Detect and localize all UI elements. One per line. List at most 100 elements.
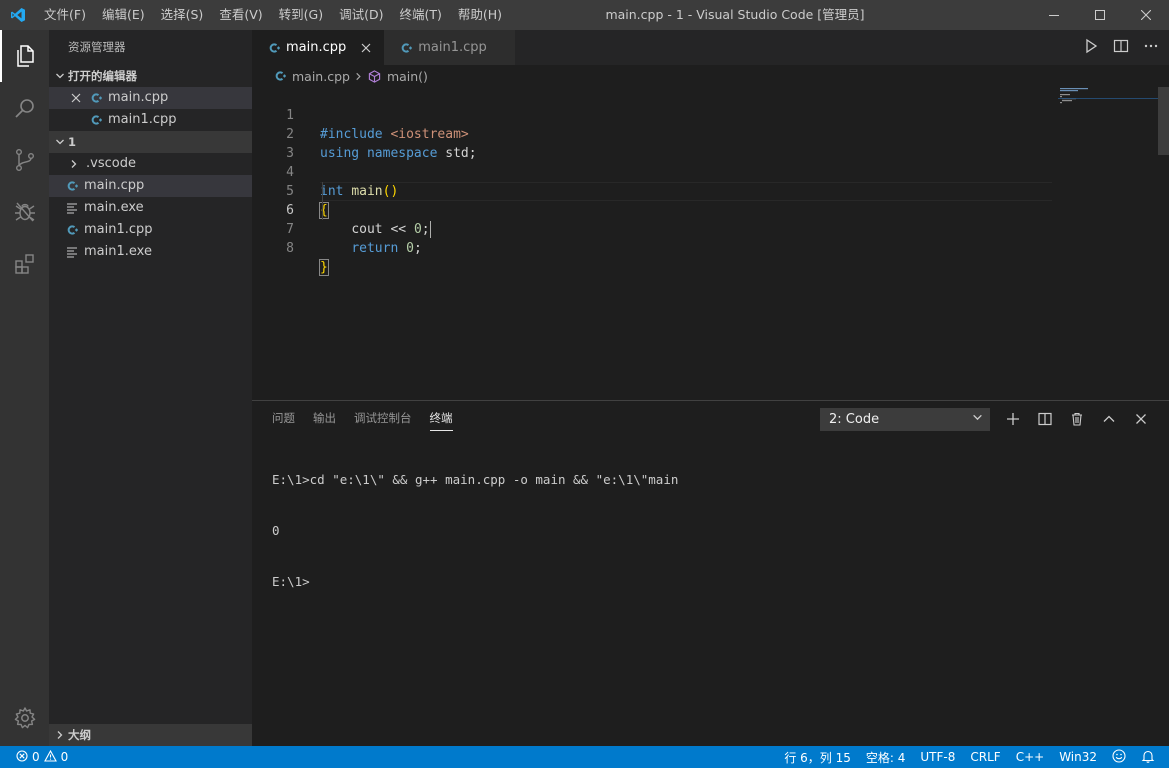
indentation[interactable]: 空格: 4 <box>866 749 906 766</box>
menu-view[interactable]: 查看(V) <box>211 0 270 30</box>
menu-debug[interactable]: 调试(D) <box>331 0 391 30</box>
menu-file[interactable]: 文件(F) <box>36 0 94 30</box>
cpp-file-icon <box>64 180 80 192</box>
editor-actions <box>1083 30 1159 65</box>
tab-problems[interactable]: 问题 <box>272 401 295 436</box>
minimap[interactable] <box>1058 87 1158 400</box>
tab-label: main1.cpp <box>418 40 487 55</box>
code-token: return <box>351 241 399 256</box>
run-icon[interactable] <box>1083 38 1099 58</box>
maximize-icon <box>1095 10 1105 20</box>
panel-actions <box>1004 401 1150 436</box>
minimize-button[interactable] <box>1031 0 1077 30</box>
outline-header[interactable]: 大纲 <box>49 724 252 746</box>
terminal-line: 0 <box>272 523 280 538</box>
sidebar-title: 资源管理器 <box>68 40 126 54</box>
cpp-file-icon <box>266 42 282 54</box>
tab-terminal[interactable]: 终端 <box>429 401 453 436</box>
notifications-bell-icon[interactable] <box>1141 749 1155 766</box>
menu-selection[interactable]: 选择(S) <box>153 0 212 30</box>
activity-debug[interactable] <box>0 186 49 238</box>
menu-go[interactable]: 转到(G) <box>271 0 331 30</box>
tab-debug-console[interactable]: 调试控制台 <box>354 401 412 436</box>
open-editor-item-main-cpp[interactable]: main.cpp <box>49 87 252 109</box>
tab-output[interactable]: 输出 <box>313 401 336 436</box>
activity-explorer[interactable] <box>0 30 49 82</box>
activity-settings[interactable] <box>0 692 49 744</box>
maximize-button[interactable] <box>1077 0 1123 30</box>
extensions-icon <box>14 254 34 274</box>
trash-icon[interactable] <box>1068 410 1086 428</box>
chevron-up-icon[interactable] <box>1100 410 1118 428</box>
tab-close-icon[interactable] <box>358 43 374 53</box>
close-panel-icon[interactable] <box>1132 410 1150 428</box>
text-file-icon <box>64 246 80 258</box>
active-indicator <box>0 30 2 82</box>
file-label: main.cpp <box>84 178 145 193</box>
chevron-right-icon <box>66 159 82 169</box>
code-line: 6 cout << 0; <box>252 182 1052 238</box>
status-problems[interactable]: 0 0 <box>16 746 68 768</box>
end-of-line[interactable]: CRLF <box>970 750 1000 764</box>
folder-header[interactable]: 1 <box>49 131 252 153</box>
menu-help[interactable]: 帮助(H) <box>450 0 510 30</box>
breadcrumb-file[interactable]: main.cpp <box>292 69 350 84</box>
encoding[interactable]: UTF-8 <box>920 750 955 764</box>
window-title: main.cpp - 1 - Visual Studio Code [管理员] <box>605 7 865 22</box>
file-label: main1.cpp <box>84 222 153 237</box>
close-icon[interactable] <box>68 93 84 103</box>
tab-main-cpp[interactable]: main.cpp <box>252 30 385 65</box>
feedback-smiley-icon[interactable] <box>1112 748 1126 766</box>
more-actions-icon[interactable] <box>1143 38 1159 58</box>
terminal-line: E:\1> <box>272 574 310 589</box>
split-terminal-icon[interactable] <box>1036 410 1054 428</box>
new-terminal-icon[interactable] <box>1004 410 1022 428</box>
cpp-file-icon <box>88 92 104 104</box>
status-bar: 0 0 行 6，列 15 空格: 4 UTF-8 CRLF C++ Win32 <box>0 746 1169 768</box>
editor-scrollbar[interactable] <box>1158 87 1169 400</box>
open-editors-header[interactable]: 打开的编辑器 <box>49 65 252 87</box>
source-control-icon <box>15 149 34 172</box>
window-controls <box>1031 0 1169 30</box>
error-icon <box>16 749 28 765</box>
open-editor-item-main1-cpp[interactable]: main1.cpp <box>49 109 252 131</box>
tree-item-main1-cpp[interactable]: main1.cpp <box>49 219 252 241</box>
language-mode[interactable]: C++ <box>1016 750 1045 764</box>
activity-source-control[interactable] <box>0 134 49 186</box>
code-token: } <box>319 259 329 276</box>
minimize-icon <box>1049 15 1059 16</box>
code-token: 0 <box>406 241 414 256</box>
debug-icon <box>14 202 35 222</box>
activity-search[interactable] <box>0 82 49 134</box>
menu-terminal[interactable]: 终端(T) <box>391 0 449 30</box>
vscode-logo-icon[interactable] <box>0 0 36 30</box>
menu-bar: 文件(F) 编辑(E) 选择(S) 查看(V) 转到(G) 调试(D) 终端(T… <box>36 0 510 30</box>
tab-main1-cpp[interactable]: main1.cpp <box>384 30 515 65</box>
terminal-select-value: 2: Code <box>829 412 880 427</box>
tree-item-vscode-folder[interactable]: .vscode <box>49 153 252 175</box>
cpp-file-icon <box>64 224 80 236</box>
code-line: 1 #include <iostream> <box>252 87 1052 142</box>
platform[interactable]: Win32 <box>1059 750 1097 764</box>
warning-count: 0 <box>60 750 69 764</box>
terminal-output[interactable]: E:\1>cd "e:\1\" && g++ main.cpp -o main … <box>272 437 678 624</box>
activity-extensions[interactable] <box>0 238 49 290</box>
error-count: 0 <box>32 750 40 764</box>
tree-item-main-cpp[interactable]: main.cpp <box>49 175 252 197</box>
scrollbar-thumb[interactable] <box>1158 87 1169 155</box>
file-label: main.exe <box>84 200 144 215</box>
tree-item-main-exe[interactable]: main.exe <box>49 197 252 219</box>
chevron-down-icon <box>52 71 68 81</box>
tree-item-main1-exe[interactable]: main1.exe <box>49 241 252 263</box>
code-editor[interactable]: 1 #include <iostream> 2 using namespace … <box>252 87 1169 400</box>
chevron-right-icon <box>354 72 363 81</box>
chevron-down-icon <box>52 137 68 147</box>
terminal-select[interactable]: 2: Code <box>820 408 990 431</box>
breadcrumb-symbol[interactable]: main() <box>387 69 428 84</box>
cursor-position[interactable]: 行 6，列 15 <box>784 749 851 766</box>
menu-edit[interactable]: 编辑(E) <box>94 0 153 30</box>
split-editor-icon[interactable] <box>1113 38 1129 58</box>
close-window-button[interactable] <box>1123 0 1169 30</box>
chevron-right-icon <box>52 730 68 740</box>
breadcrumb: main.cpp main() <box>252 65 1169 87</box>
